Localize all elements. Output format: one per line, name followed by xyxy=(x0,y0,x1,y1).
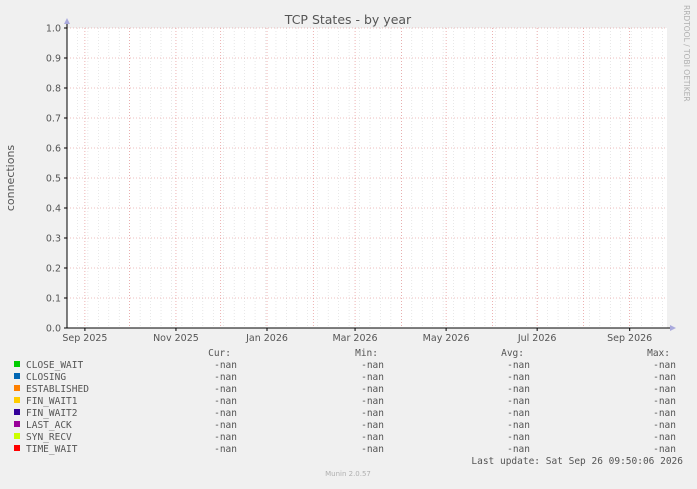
y-tick-label: 0.4 xyxy=(46,204,61,215)
munin-graph: 0.0 0.1 0.2 0.3 0.4 0.5 0.6 0.7 0.8 0.9 1.0 Sep 20… xyxy=(0,0,697,484)
legend-avg-value: -nan xyxy=(507,408,530,419)
legend-swatch xyxy=(14,397,20,403)
x-tick-label: Jan 2026 xyxy=(245,333,288,344)
legend-min-value: -nan xyxy=(361,372,384,383)
legend-max-value: -nan xyxy=(653,372,676,383)
legend-cur-value: -nan xyxy=(214,444,237,455)
legend-cur-value: -nan xyxy=(214,360,237,371)
legend-swatch xyxy=(14,361,20,367)
legend-series-name: CLOSING xyxy=(26,372,66,383)
legend-cur-value: -nan xyxy=(214,384,237,395)
legend-cur-value: -nan xyxy=(214,408,237,419)
legend-avg-value: -nan xyxy=(507,444,530,455)
y-tick-label: 0.0 xyxy=(46,324,61,335)
legend-max-value: -nan xyxy=(653,444,676,455)
legend-series-name: FIN_WAIT2 xyxy=(26,408,77,419)
y-tick-label: 0.8 xyxy=(46,84,61,95)
y-axis-label: connections xyxy=(4,145,17,212)
legend-max-value: -nan xyxy=(653,360,676,371)
y-tick-label: 1.0 xyxy=(46,24,61,35)
legend-series-name: CLOSE_WAIT xyxy=(26,360,83,371)
legend-swatch xyxy=(14,445,20,451)
x-tick-label: Sep 2026 xyxy=(607,333,652,344)
legend-avg-value: -nan xyxy=(507,396,530,407)
legend-series-name: SYN_RECV xyxy=(26,432,72,443)
legend-avg-value: -nan xyxy=(507,372,530,383)
legend-min-value: -nan xyxy=(361,408,384,419)
y-tick-label: 0.5 xyxy=(46,174,61,185)
legend-max-value: -nan xyxy=(653,420,676,431)
legend-cur-value: -nan xyxy=(214,396,237,407)
y-tick-label: 0.2 xyxy=(46,264,61,275)
legend-min-value: -nan xyxy=(361,396,384,407)
legend-series-name: FIN_WAIT1 xyxy=(26,396,78,407)
x-tick-label: Jul 2026 xyxy=(517,333,557,344)
legend-cur-value: -nan xyxy=(214,420,237,431)
legend-swatch xyxy=(14,433,20,439)
legend-series-name: LAST_ACK xyxy=(26,420,72,431)
legend-swatch xyxy=(14,409,20,415)
y-tick-label: 0.9 xyxy=(46,54,61,65)
munin-version-footer: Munin 2.0.57 xyxy=(325,470,371,478)
legend-cur-value: -nan xyxy=(214,372,237,383)
y-tick-label: 0.3 xyxy=(46,234,61,245)
legend-min-value: -nan xyxy=(361,360,384,371)
legend-min-value: -nan xyxy=(361,420,384,431)
legend-avg-value: -nan xyxy=(507,432,530,443)
legend-max-value: -nan xyxy=(653,408,676,419)
legend-min-value: -nan xyxy=(361,384,384,395)
legend-avg-value: -nan xyxy=(507,420,530,431)
legend-header-min: Min: xyxy=(355,348,378,359)
x-tick-label: Sep 2025 xyxy=(62,333,107,344)
legend-series-name: TIME_WAIT xyxy=(26,444,78,455)
legend-header-max: Max: xyxy=(647,348,670,359)
legend-swatch xyxy=(14,385,20,391)
legend-swatch xyxy=(14,421,20,427)
x-tick-label: May 2026 xyxy=(423,333,470,344)
chart-svg: 0.0 0.1 0.2 0.3 0.4 0.5 0.6 0.7 0.8 0.9 1.0 Sep 20… xyxy=(0,0,697,484)
legend-min-value: -nan xyxy=(361,444,384,455)
last-update: Last update: Sat Sep 26 09:50:06 2026 xyxy=(471,456,683,467)
legend-max-value: -nan xyxy=(653,396,676,407)
legend-cur-value: -nan xyxy=(214,432,237,443)
x-tick-label: Mar 2026 xyxy=(332,333,377,344)
legend-swatch xyxy=(14,373,20,379)
y-tick-label: 0.6 xyxy=(46,144,61,155)
legend-max-value: -nan xyxy=(653,432,676,443)
y-tick-label: 0.7 xyxy=(46,114,61,125)
legend-min-value: -nan xyxy=(361,432,384,443)
x-tick-label: Nov 2025 xyxy=(153,333,199,344)
legend-max-value: -nan xyxy=(653,384,676,395)
legend-header-cur: Cur: xyxy=(208,348,231,359)
legend-avg-value: -nan xyxy=(507,384,530,395)
chart-title: TCP States - by year xyxy=(284,12,412,27)
legend-header-avg: Avg: xyxy=(501,348,524,359)
y-tick-label: 0.1 xyxy=(46,294,61,305)
rrdtool-watermark: RRDTOOL / TOBI OETIKER xyxy=(682,5,691,102)
legend-series-name: ESTABLISHED xyxy=(26,384,89,395)
legend-avg-value: -nan xyxy=(507,360,530,371)
